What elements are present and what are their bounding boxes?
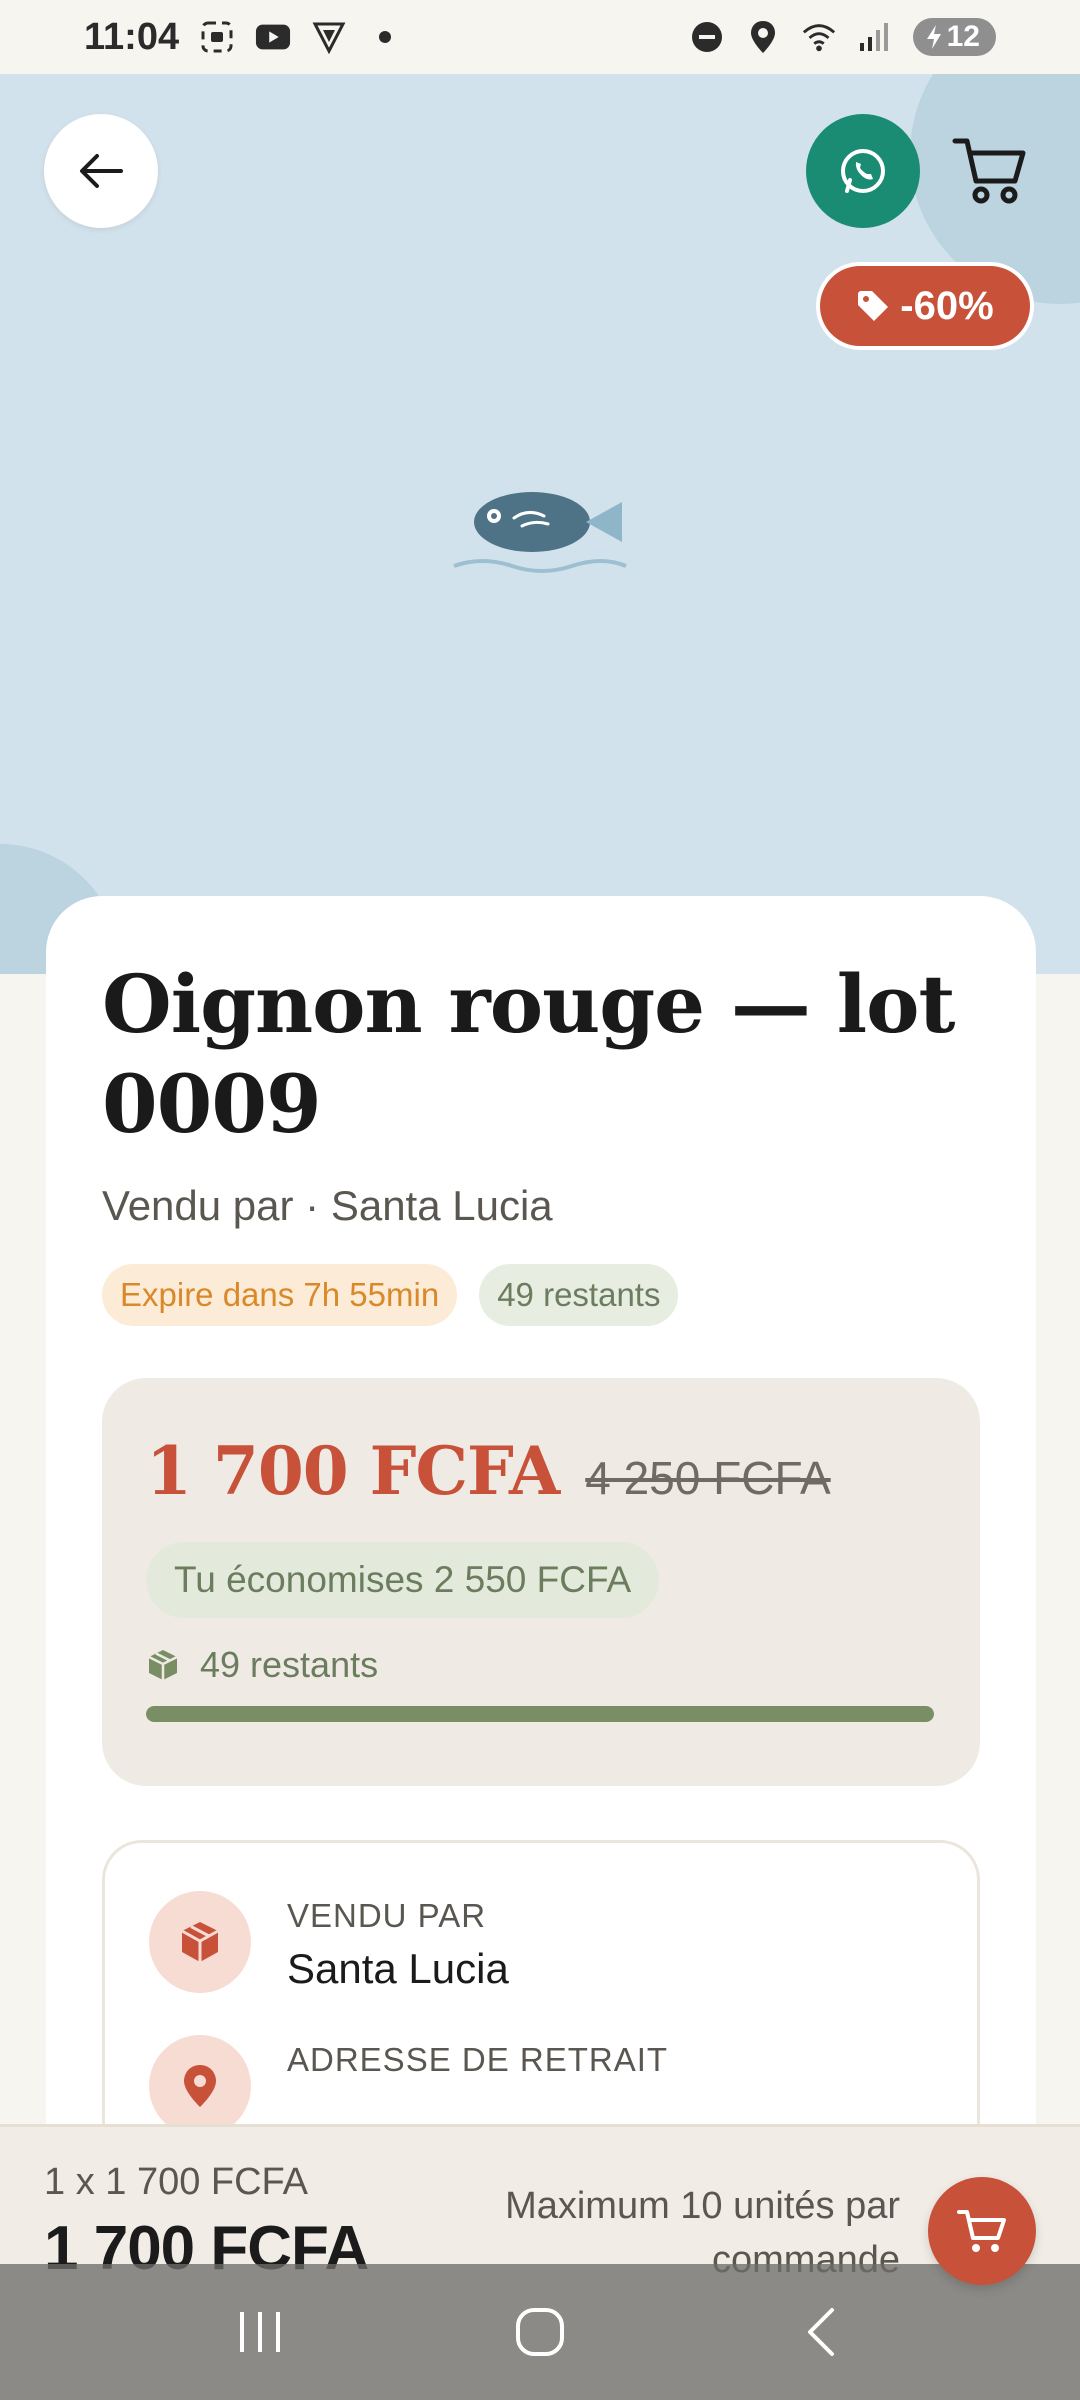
savings-chip: Tu économises 2 550 FCFA: [146, 1542, 660, 1618]
dnd-icon: [689, 19, 725, 55]
location-icon: [745, 19, 781, 55]
price-box: 1 700 FCFA 4 250 FCFA Tu économises 2 55…: [102, 1378, 980, 1786]
status-right: 12: [689, 18, 996, 56]
fish-icon: [453, 492, 627, 573]
address-info: ADRESSE DE RETRAIT: [287, 2035, 668, 2079]
status-time: 11:04: [84, 15, 180, 58]
seller-line: Vendu par · Santa Lucia: [102, 1182, 553, 1229]
stock-chip: 49 restants: [479, 1264, 679, 1326]
youtube-icon: [255, 19, 291, 55]
product-hero: -60%: [0, 74, 1080, 974]
price-original: 4 250 FCFA: [585, 1452, 831, 1504]
package-icon: [149, 1891, 251, 1993]
screenshot-icon: [199, 19, 235, 55]
product-card: Oignon rouge — lot 0009 Vendu par · Sant…: [46, 896, 1036, 2260]
location-pin-icon: [149, 2035, 251, 2137]
arrow-left-icon: [80, 154, 123, 188]
home-icon: [516, 2308, 564, 2356]
status-bar: 11:04 12: [0, 0, 1080, 74]
home-button[interactable]: [495, 2287, 585, 2377]
signal-icon: [857, 19, 893, 55]
status-chips: Expire dans 7h 55min 49 restants: [102, 1264, 980, 1326]
chevron-left-icon: [808, 2308, 834, 2356]
stock-progress-fill: [146, 1706, 934, 1722]
battery-icon: 12: [912, 18, 996, 56]
whatsapp-icon: [841, 149, 885, 193]
seller-info: VENDU PAR Santa Lucia: [287, 1891, 509, 1993]
cart-icon: [952, 138, 1026, 204]
dot-icon: [367, 19, 403, 55]
discount-badge: -60%: [816, 262, 1034, 350]
system-nav-bar: [0, 2264, 1080, 2400]
status-left: 11:04: [84, 16, 403, 59]
checkout-bar: 1 x 1 700 FCFA 1 700 FCFA Maximum 10 uni…: [0, 2124, 1080, 2285]
tag-icon: [858, 291, 889, 321]
seller-value: Santa Lucia: [287, 1945, 509, 1992]
system-back-button[interactable]: [775, 2287, 865, 2377]
discount-label: -60%: [900, 283, 994, 328]
whatsapp-button[interactable]: [806, 114, 920, 228]
address-label: ADRESSE DE RETRAIT: [287, 2041, 669, 2078]
cart-button[interactable]: [940, 120, 1040, 220]
recent-apps-button[interactable]: [215, 2287, 305, 2377]
recents-icon: [240, 2312, 280, 2352]
quantity-line: 1 x 1 700 FCFA: [44, 2161, 309, 2203]
price-row: 1 700 FCFA 4 250 FCFA: [146, 1432, 936, 1510]
back-button[interactable]: [44, 114, 158, 228]
box-icon: [148, 1650, 178, 1680]
add-to-cart-button[interactable]: [928, 2177, 1036, 2285]
info-row-address: ADRESSE DE RETRAIT: [149, 2035, 933, 2137]
info-row-seller: VENDU PAR Santa Lucia: [149, 1891, 933, 1993]
vpn-icon: [311, 19, 347, 55]
expire-chip: Expire dans 7h 55min: [102, 1264, 458, 1326]
cart-icon: [957, 2210, 1006, 2252]
stock-row: 49 restants: [146, 1644, 936, 1686]
stock-progress-bar: [146, 1706, 934, 1722]
price-current: 1 700 FCFA: [146, 1432, 560, 1510]
product-title: Oignon rouge — lot 0009: [102, 957, 955, 1151]
stock-label: 49 restants: [200, 1644, 379, 1685]
seller-label: VENDU PAR: [287, 1897, 487, 1934]
wifi-icon: [801, 19, 837, 55]
battery-level: 12: [946, 20, 980, 53]
